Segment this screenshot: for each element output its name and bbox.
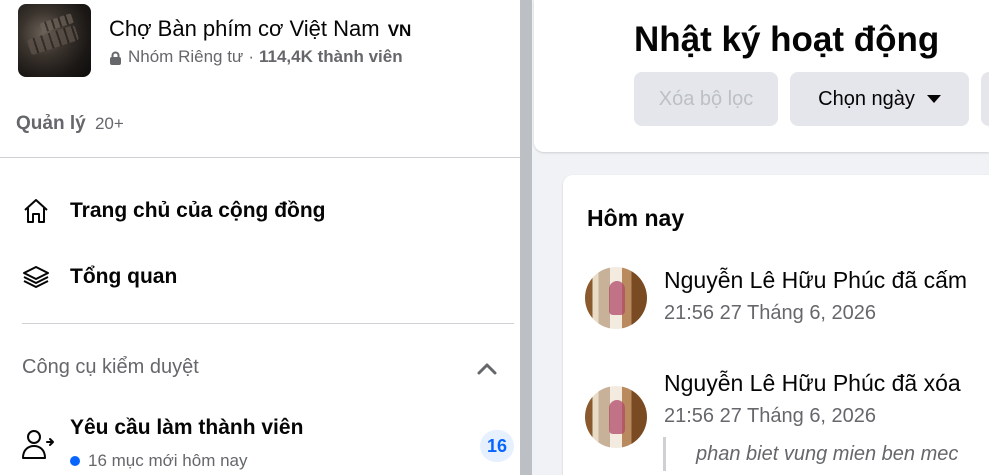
nav-overview[interactable]: Tổng quan (20, 261, 177, 293)
chevron-up-icon[interactable] (474, 356, 500, 382)
nav-overview-label: Tổng quan (70, 265, 178, 288)
group-name-text[interactable]: Chợ Bàn phím cơ Việt Nam (109, 16, 380, 41)
admin-summary[interactable]: Quản lý 20+ (16, 113, 124, 135)
admin-count: 20+ (94, 114, 124, 133)
member-requests-label: Yêu cầu làm thành viên (70, 416, 304, 439)
admin-label: Quản lý (16, 113, 86, 134)
caret-down-icon (926, 95, 941, 103)
activity-time[interactable]: 21:56 27 Tháng 6, 2026 (664, 302, 876, 325)
layers-icon (20, 261, 52, 293)
group-privacy: Nhóm Riêng tư (128, 46, 244, 66)
section-heading-today: Hôm nay (587, 205, 685, 231)
quoted-content: phan biet vung mien ben mec (663, 437, 958, 471)
new-dot-icon (70, 456, 80, 466)
lock-icon (109, 50, 122, 65)
member-requests-subtitle-text: 16 mục mới hôm nay (88, 451, 248, 470)
divider (22, 323, 514, 324)
moderation-section-title: Công cụ kiểm duyệt (22, 356, 199, 378)
scrollbar-thumb[interactable] (520, 0, 532, 475)
clear-filter-button[interactable]: Xóa bộ lọc (634, 72, 778, 126)
activity-entry[interactable]: Nguyễn Lê Hữu Phúc đã xóa 21:56 27 Tháng… (585, 370, 989, 448)
activity-entry[interactable]: Nguyễn Lê Hữu Phúc đã cấm 21:56 27 Tháng… (585, 267, 989, 337)
group-header[interactable]: Chợ Bàn phím cơ Việt Nam VN Nhóm Riêng t… (18, 4, 411, 77)
avatar[interactable] (585, 386, 647, 448)
divider (0, 157, 520, 158)
group-meta: Nhóm Riêng tư · 114,4K thành viên (109, 47, 411, 67)
sidebar-scrollbar[interactable] (520, 0, 532, 475)
page-title: Nhật ký hoạt động (634, 20, 940, 59)
sidebar: Chợ Bàn phím cơ Việt Nam VN Nhóm Riêng t… (0, 0, 520, 475)
member-requests-subtitle: 16 mục mới hôm nay (70, 451, 247, 471)
home-icon (20, 195, 52, 227)
meta-separator: · (248, 46, 254, 66)
country-code: VN (387, 20, 412, 40)
activity-text[interactable]: Nguyễn Lê Hữu Phúc đã xóa (664, 370, 961, 397)
count-badge: 16 (480, 430, 514, 462)
choose-date-button[interactable]: Chọn ngày (790, 72, 969, 126)
member-requests-item[interactable]: Yêu cầu làm thành viên 16 mục mới hôm na… (20, 416, 514, 475)
group-members[interactable]: 114,4K thành viên (259, 47, 403, 67)
choose-date-label: Chọn ngày (818, 87, 915, 110)
group-avatar[interactable] (18, 4, 91, 77)
group-name[interactable]: Chợ Bàn phím cơ Việt Nam VN (109, 15, 411, 45)
activity-text[interactable]: Nguyễn Lê Hữu Phúc đã cấm (664, 267, 967, 294)
nav-community-home[interactable]: Trang chủ của cộng đồng (20, 195, 326, 227)
activity-log-header: Nhật ký hoạt động Xóa bộ lọc Chọn ngày (534, 0, 989, 152)
avatar[interactable] (585, 267, 647, 329)
more-filter-button[interactable] (981, 72, 989, 126)
activity-feed: Hôm nay Nguyễn Lê Hữu Phúc đã cấm 21:56 … (563, 175, 989, 475)
add-person-icon (20, 426, 56, 462)
group-info: Chợ Bàn phím cơ Việt Nam VN Nhóm Riêng t… (109, 15, 411, 67)
nav-community-home-label: Trang chủ của cộng đồng (70, 199, 326, 222)
activity-time[interactable]: 21:56 27 Tháng 6, 2026 (664, 405, 876, 428)
